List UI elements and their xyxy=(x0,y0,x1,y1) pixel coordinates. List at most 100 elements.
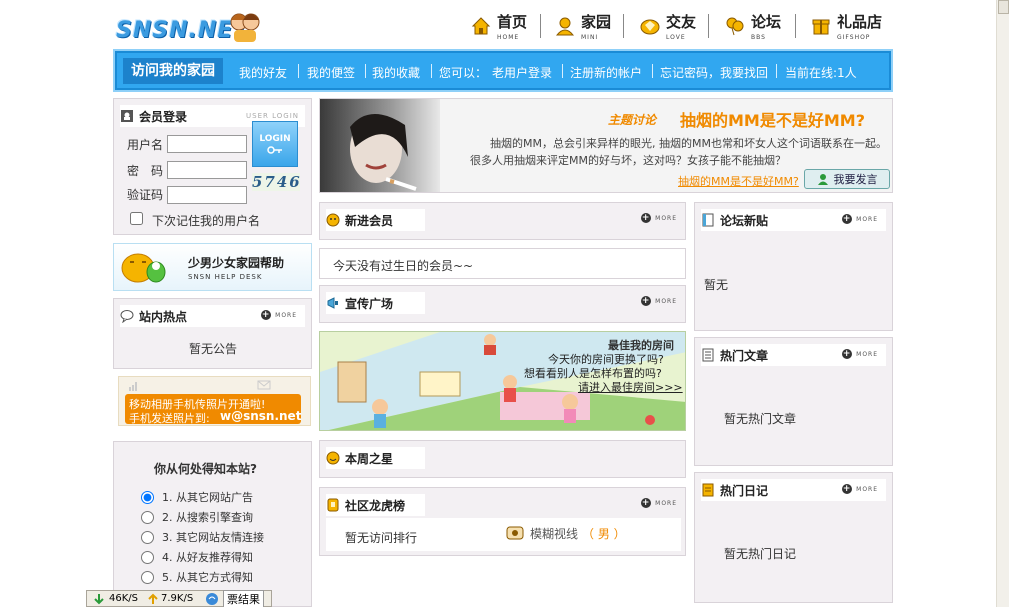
weekly-star-header: 本周之星 xyxy=(326,447,425,469)
visit-my-home-link[interactable]: 访问我的家园 xyxy=(123,58,223,84)
survey-title: 你从何处得知本站? xyxy=(154,462,257,476)
ranking-title: 社区龙虎榜 xyxy=(345,498,406,513)
survey-option-label: 2. 从搜索引擎查询 xyxy=(162,511,253,524)
page-scrollbar[interactable] xyxy=(996,0,1009,607)
survey-radio[interactable] xyxy=(141,490,154,504)
my-favorites-link[interactable]: 我的收藏 xyxy=(372,64,420,81)
balloons-icon xyxy=(726,17,744,36)
survey-option[interactable]: 5. 从其它方式得知 xyxy=(141,567,264,587)
more-label: MORE xyxy=(856,215,878,223)
vote-result-button[interactable]: 票结果 xyxy=(223,589,264,607)
register-link[interactable]: 注册新的帐户 xyxy=(570,64,642,81)
nav-gifshop[interactable]: 礼品店 GIFSHOP xyxy=(811,12,882,41)
banner-topic-label: 主题讨论 xyxy=(608,113,657,127)
megaphone-icon xyxy=(327,297,338,309)
plus-icon: + xyxy=(842,349,853,359)
diaries-more-link[interactable]: + MORE xyxy=(842,484,878,494)
password-input[interactable] xyxy=(167,161,247,179)
best-room-link[interactable]: 请进入最佳房间>>> xyxy=(578,379,683,395)
best-room-banner[interactable]: 最佳我的房间 今天你的房间更换了吗? 想看看别人是怎样布置的吗? 请进入最佳房间… xyxy=(319,331,686,431)
helpdesk-banner[interactable]: 少男少女家园帮助 SNSN HELP DESK xyxy=(113,243,312,291)
survey-panel: 你从何处得知本站? 1. 从其它网站广告 2. 从搜索引擎查询 3. 其它网站友… xyxy=(113,441,312,607)
survey-option[interactable]: 1. 从其它网站广告 xyxy=(141,487,264,507)
user-icon xyxy=(817,174,828,185)
document-icon xyxy=(702,213,714,227)
ranking-empty: 暂无访问排行 xyxy=(345,531,418,545)
articles-title: 热门文章 xyxy=(720,348,769,363)
post-button[interactable]: 我要发言 xyxy=(804,169,890,189)
articles-panel: 热门文章 + MORE 暂无热门文章 xyxy=(694,337,893,466)
site-logo[interactable]: SNSN.NET xyxy=(116,8,264,46)
new-members-more-link[interactable]: + MORE xyxy=(641,213,677,223)
star-face-icon xyxy=(326,451,340,465)
speech-bubble-icon xyxy=(120,310,134,323)
plus-icon: + xyxy=(641,213,652,223)
hot-content: 暂无公告 xyxy=(189,342,238,356)
plus-icon: + xyxy=(842,214,853,224)
nav-bbs[interactable]: 论坛 BBS xyxy=(725,12,782,41)
upload-speed: 7.9K/S xyxy=(161,593,194,604)
nav-love-sublabel: LOVE xyxy=(666,34,686,41)
captcha-input[interactable] xyxy=(167,186,247,204)
survey-option-label: 1. 从其它网站广告 xyxy=(162,491,253,504)
scroll-up-button[interactable] xyxy=(998,0,1009,14)
plus-icon: + xyxy=(641,498,652,508)
survey-radio[interactable] xyxy=(141,530,154,544)
forum-content: 暂无 xyxy=(704,278,729,292)
survey-option[interactable]: 3. 其它网站友情连接 xyxy=(141,527,264,547)
plus-icon: + xyxy=(842,484,853,494)
forum-header: 论坛新贴 + MORE xyxy=(701,209,886,231)
my-friends-link[interactable]: 我的好友 xyxy=(239,64,287,81)
articles-more-link[interactable]: + MORE xyxy=(842,349,878,359)
nav-mini[interactable]: 家园 MINI xyxy=(555,12,611,41)
main-menu-bar: 访问我的家园 我的好友 我的便签 我的收藏 您可以： 老用户登录 注册新的帐户 … xyxy=(113,49,893,92)
survey-option-label: 5. 从其它方式得知 xyxy=(162,571,253,584)
login-button[interactable]: LOGIN xyxy=(252,121,298,167)
nav-bbs-label: 论坛 xyxy=(751,13,782,31)
nav-home-sublabel: HOME xyxy=(497,34,520,41)
survey-option[interactable]: 2. 从搜索引擎查询 xyxy=(141,507,264,527)
articles-content: 暂无热门文章 xyxy=(724,412,797,426)
download-speed: 46K/S xyxy=(109,593,138,604)
forum-more-link[interactable]: + MORE xyxy=(842,214,878,224)
hot-more-link[interactable]: + MORE xyxy=(261,310,297,320)
banner-topic-link[interactable]: 抽烟的MM是不是好MM? xyxy=(678,173,799,189)
remember-checkbox[interactable] xyxy=(130,212,143,225)
banner-headline: 抽烟的MM是不是好MM? xyxy=(680,111,865,130)
ranking-more-link[interactable]: + MORE xyxy=(641,498,677,508)
article-icon xyxy=(702,348,714,362)
gift-icon xyxy=(812,19,830,35)
survey-option-label: 3. 其它网站友情连接 xyxy=(162,531,264,544)
promo-panel: 宣传广场 + MORE xyxy=(319,285,686,323)
more-label: MORE xyxy=(275,311,297,319)
mobile-album-banner[interactable]: 移动相册手机传照片开通啦! 手机发送照片到: w@snsn.net xyxy=(118,376,311,426)
more-label: MORE xyxy=(655,297,677,305)
nav-love[interactable]: 交友 LOVE xyxy=(640,12,696,41)
survey-radio[interactable] xyxy=(141,570,154,584)
more-label: MORE xyxy=(856,485,878,493)
survey-option[interactable]: 4. 从好友推荐得知 xyxy=(141,547,264,567)
mobile-email: w@snsn.net xyxy=(220,409,302,423)
forgot-password-link[interactable]: 忘记密码，我要找回 xyxy=(660,64,768,81)
nav-gifshop-sublabel: GIFSHOP xyxy=(837,34,871,41)
ranking-user-link[interactable]: 模糊视线 xyxy=(530,525,578,542)
username-label: 用户名 xyxy=(127,138,164,152)
woman-smoking-icon xyxy=(350,113,417,191)
logo-kids-icon xyxy=(230,13,260,42)
articles-header: 热门文章 + MORE xyxy=(701,344,886,366)
survey-radio[interactable] xyxy=(141,550,154,564)
promo-more-link[interactable]: + MORE xyxy=(641,296,677,306)
notebook-icon xyxy=(702,483,714,497)
survey-options: 1. 从其它网站广告 2. 从搜索引擎查询 3. 其它网站友情连接 4. 从好友… xyxy=(141,487,264,587)
old-user-login-link[interactable]: 老用户登录 xyxy=(492,64,552,81)
nav-home[interactable]: 首页 HOME xyxy=(471,12,527,41)
envelope-icon xyxy=(257,380,271,390)
weekly-star-title: 本周之星 xyxy=(345,451,394,466)
my-notes-link[interactable]: 我的便签 xyxy=(307,64,355,81)
survey-radio[interactable] xyxy=(141,510,154,524)
username-input[interactable] xyxy=(167,135,247,153)
ranking-gender: （ 男 ） xyxy=(582,527,626,541)
plus-icon: + xyxy=(641,296,652,306)
smiley-icon xyxy=(326,213,340,227)
forum-title: 论坛新贴 xyxy=(720,213,769,228)
